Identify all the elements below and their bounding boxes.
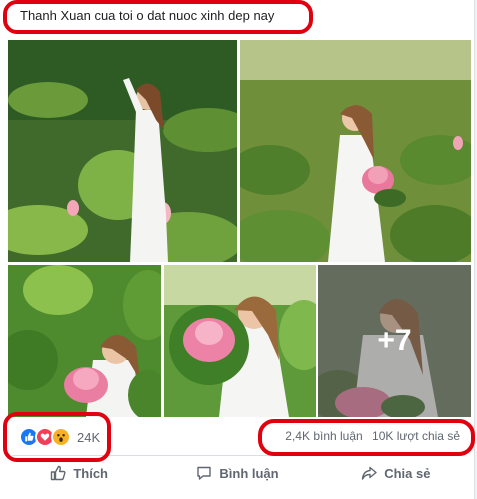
more-photos-overlay[interactable]: +7: [318, 265, 471, 417]
annotation-title-highlight: [3, 0, 313, 34]
post-photo-2[interactable]: [240, 40, 471, 262]
post-photo-4[interactable]: [164, 265, 316, 417]
like-button[interactable]: Thích: [0, 458, 158, 488]
comment-label: Bình luận: [219, 465, 279, 481]
comment-icon: [197, 466, 212, 480]
post-photo-1[interactable]: [8, 40, 237, 262]
post-card: Thanh Xuan cua toi o dat nuoc xinh dep n…: [0, 0, 475, 499]
post-photo-more[interactable]: +7: [318, 265, 471, 417]
annotation-reactions-highlight: [3, 412, 111, 462]
comment-button[interactable]: Bình luận: [158, 458, 316, 488]
share-icon: [361, 466, 377, 480]
post-action-bar: Thích Bình luận Chia sẻ: [0, 458, 475, 488]
share-label: Chia sẻ: [384, 465, 431, 481]
share-button[interactable]: Chia sẻ: [317, 458, 475, 488]
like-label: Thích: [73, 465, 108, 481]
annotation-stats-highlight: [258, 419, 475, 456]
thumbs-up-icon: [51, 465, 66, 481]
post-photo-3[interactable]: [8, 265, 161, 417]
